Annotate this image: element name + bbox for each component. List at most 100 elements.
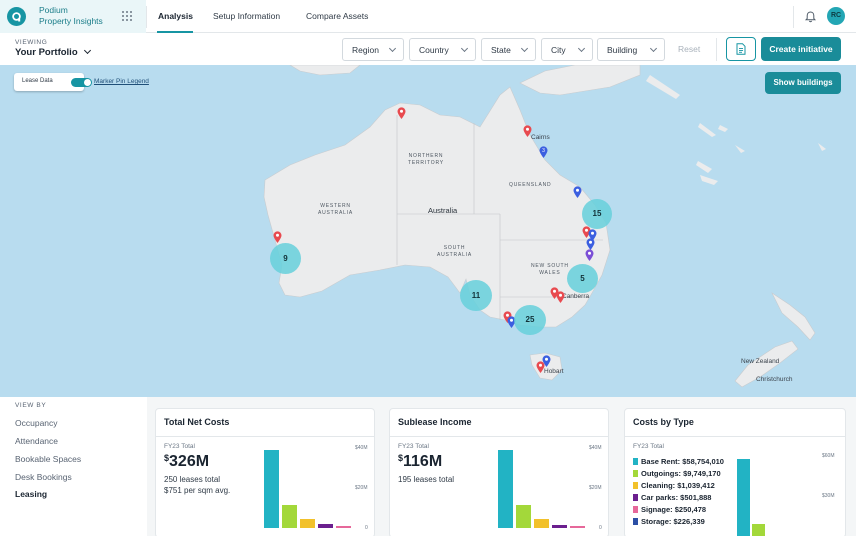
axis-label: 0 — [599, 525, 602, 531]
app-name: Podium — [39, 5, 68, 15]
map-label-northern-territory: NORTHERN TERRITORY — [408, 153, 444, 166]
filter-label: State — [491, 45, 511, 55]
bell-icon[interactable] — [804, 10, 817, 23]
map-pin-red[interactable] — [523, 125, 532, 137]
bar-cleaning — [300, 519, 315, 528]
view-by-attendance[interactable]: Attendance — [15, 436, 58, 446]
bar-signage — [570, 526, 585, 528]
filter-label: City — [551, 45, 566, 55]
bar-signage — [336, 526, 351, 528]
bar-base-rent — [737, 458, 750, 536]
podium-logo-icon — [7, 7, 26, 26]
reset-filters-button[interactable]: Reset — [678, 44, 700, 54]
chevron-down-icon — [520, 44, 529, 53]
marker-pin-legend-link[interactable]: Marker Pin Legend — [94, 78, 149, 85]
total-net-costs-card: Total Net Costs FY23 Total $326M 250 lea… — [155, 408, 375, 536]
chevron-down-icon — [388, 44, 397, 53]
lease-data-label: Lease Data — [22, 78, 53, 84]
axis-label: $40M — [355, 445, 368, 451]
map-pin-blue[interactable] — [573, 186, 582, 198]
legend-label: Base Rent: $58,754,010 — [641, 457, 724, 466]
map-label-australia: Australia — [428, 206, 458, 215]
view-by-occupancy[interactable]: Occupancy — [15, 418, 58, 428]
cost-legend-row: Signage: $250,478 — [633, 505, 706, 514]
legend-label: Outgoings: $9,749,170 — [641, 469, 721, 478]
map-pin-red[interactable] — [273, 231, 282, 243]
view-by-leasing[interactable]: Leasing — [15, 489, 47, 499]
bar-outgoings — [516, 505, 531, 528]
filter-country[interactable]: Country — [409, 38, 476, 61]
bar-car-parks — [552, 525, 567, 528]
map-cluster[interactable]: 25 — [514, 305, 546, 335]
map-pin-red[interactable] — [556, 291, 565, 303]
card-period: FY23 Total — [164, 443, 195, 450]
total-amount: 116M — [403, 453, 443, 470]
portfolio-map[interactable]: Lease Data Marker Pin Legend Show buildi… — [0, 65, 856, 397]
card-period: FY23 Total — [398, 443, 429, 450]
map-cluster[interactable]: 11 — [460, 280, 492, 311]
bar-cleaning — [534, 519, 549, 528]
map-cluster[interactable]: 15 — [582, 199, 612, 229]
card-period: FY23 Total — [633, 443, 664, 450]
legend-swatch — [633, 470, 638, 477]
divider — [146, 6, 147, 28]
portfolio-selector[interactable]: Your Portfolio — [15, 46, 91, 58]
viewing-label: VIEWING — [15, 39, 48, 46]
bar-outgoings — [282, 505, 297, 528]
map-pin-purple[interactable] — [585, 249, 594, 261]
divider — [625, 436, 845, 437]
total-amount: 326M — [169, 453, 210, 470]
card-total-value: $326M — [164, 453, 209, 471]
view-by-bookable-spaces[interactable]: Bookable Spaces — [15, 454, 81, 464]
costs-by-type-card: Costs by Type FY23 Total Base Rent: $58,… — [624, 408, 846, 536]
document-icon — [736, 43, 746, 55]
map-cluster[interactable]: 5 — [567, 264, 598, 293]
app-grid-icon[interactable] — [122, 11, 133, 22]
axis-label: $40M — [589, 445, 602, 451]
axis-label: $20M — [355, 485, 368, 491]
toggle-switch[interactable] — [71, 78, 92, 87]
map-label-queensland: QUEENSLAND — [509, 182, 552, 188]
bar-base-rent — [264, 450, 279, 528]
report-button[interactable] — [726, 37, 756, 61]
map-pin-red[interactable] — [536, 361, 545, 373]
map-label-western-australia: WESTERN AUSTRALIA — [318, 203, 353, 216]
axis-label: $20M — [589, 485, 602, 491]
divider — [793, 6, 794, 28]
tab-compare-assets[interactable]: Compare Assets — [306, 11, 368, 21]
legend-label: Storage: $226,339 — [641, 517, 705, 526]
filter-building[interactable]: Building — [597, 38, 665, 61]
legend-swatch — [633, 518, 638, 525]
cost-legend-row: Outgoings: $9,749,170 — [633, 469, 721, 478]
lease-data-toggle[interactable]: Lease Data — [14, 73, 92, 91]
app-subtitle: Property Insights — [39, 16, 103, 26]
bar-base-rent — [498, 450, 513, 528]
map-label-hobart: Hobart — [544, 368, 564, 375]
view-by-menu: VIEW BY Occupancy Attendance Bookable Sp… — [0, 397, 147, 536]
axis-label: 0 — [365, 525, 368, 531]
map-label-christchurch: Christchurch — [756, 376, 793, 383]
filter-region[interactable]: Region — [342, 38, 404, 61]
map-pin-red[interactable] — [397, 107, 406, 119]
view-by-desk-bookings[interactable]: Desk Bookings — [15, 472, 72, 482]
legend-label: Signage: $250,478 — [641, 505, 707, 514]
avatar[interactable]: RC — [827, 7, 845, 25]
map-pin-blue[interactable]: 3 — [539, 146, 548, 158]
divider — [156, 436, 374, 437]
filter-state[interactable]: State — [481, 38, 536, 61]
create-initiative-button[interactable]: Create initiative — [761, 37, 841, 61]
card-title: Total Net Costs — [164, 417, 230, 427]
map-label-cairns: Cairns — [531, 134, 550, 141]
tab-analysis[interactable]: Analysis — [158, 11, 193, 21]
map-cluster[interactable]: 9 — [270, 243, 301, 274]
lease-count: 250 leases total — [164, 475, 221, 484]
legend-label: Cleaning: $1,039,412 — [641, 481, 715, 490]
brand[interactable]: Podium Property Insights — [0, 0, 146, 33]
svg-text:3: 3 — [542, 148, 545, 154]
show-buildings-button[interactable]: Show buildings — [765, 72, 841, 94]
tab-setup-information[interactable]: Setup Information — [213, 11, 280, 21]
card-total-value: $116M — [398, 453, 442, 471]
map-label-new-zealand: New Zealand — [741, 358, 780, 365]
filter-city[interactable]: City — [541, 38, 593, 61]
legend-swatch — [633, 458, 638, 465]
